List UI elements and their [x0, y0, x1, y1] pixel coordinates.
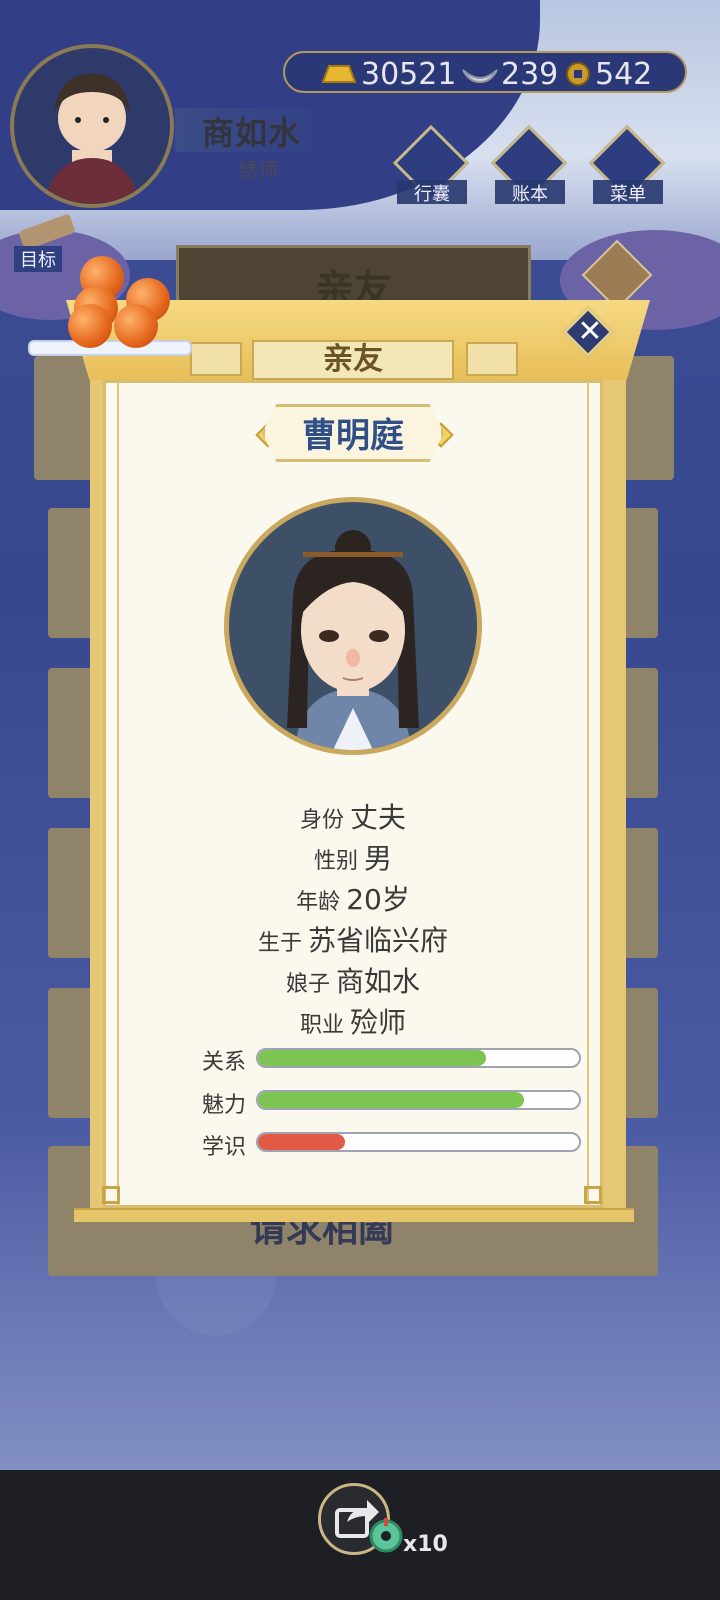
info-row-wife: 娘子 商如水 [103, 960, 603, 1000]
stat-label-charm: 魅力 [202, 1093, 247, 1118]
stat-label-knowledge: 学识 [202, 1135, 247, 1160]
info-row-gender: 性别男 [103, 837, 603, 877]
info-value: 丈夫 [350, 801, 407, 834]
info-key: 性别 [313, 849, 358, 874]
modal-title: 亲友 [252, 340, 454, 380]
knowledge-bar [256, 1132, 581, 1152]
player-avatar[interactable] [10, 44, 174, 208]
gold-amount: 30521 [361, 57, 457, 92]
ledger-label: 账本 [495, 180, 565, 205]
relation-bar [256, 1048, 581, 1068]
jade-coin-icon [369, 1518, 403, 1553]
stick-decoration [28, 340, 192, 356]
info-row-identity: 身份 丈夫 [103, 796, 603, 836]
info-key: 职业 [299, 1013, 344, 1038]
coin-amount: 542 [595, 57, 653, 92]
info-row-occupation: 职业 殓师 [103, 1001, 603, 1041]
info-value: 20岁 [346, 883, 410, 916]
bag-label: 行囊 [397, 180, 467, 205]
info-key: 生于 [257, 931, 302, 956]
info-key: 娘子 [285, 972, 330, 997]
player-title: 绣师 [238, 158, 278, 182]
bag-button[interactable]: 行囊 [392, 124, 472, 210]
menu-label: 菜单 [593, 180, 663, 205]
header-ornament [190, 342, 242, 376]
menu-button[interactable]: 菜单 [588, 124, 668, 210]
info-key: 身份 [299, 808, 344, 833]
character-portrait [224, 497, 482, 755]
header-ornament [466, 342, 518, 376]
reward-count: x10 [403, 1532, 448, 1557]
info-value: 男 [364, 842, 393, 875]
copper-coin-icon [566, 62, 590, 86]
relation-bar-fill [258, 1050, 486, 1066]
info-value: 苏省临兴府 [308, 924, 449, 957]
info-row-age: 年龄 20岁 [103, 878, 603, 918]
character-name: 曹明庭 [302, 416, 404, 456]
target-label: 目标 [14, 246, 62, 272]
charm-bar-fill [258, 1092, 525, 1108]
corner-ornament [102, 1186, 120, 1204]
silver-ingot-icon [462, 69, 498, 84]
stat-label-relation: 关系 [202, 1050, 247, 1075]
ledger-button[interactable]: 账本 [490, 124, 570, 210]
persimmon-decoration [114, 304, 158, 348]
gold-bar-icon [321, 65, 357, 83]
player-name: 商如水 [202, 114, 302, 152]
modal-bottom-rod [74, 1208, 634, 1222]
silver-amount: 239 [501, 57, 559, 92]
close-icon[interactable]: ✕ [572, 312, 608, 352]
knowledge-bar-fill [258, 1134, 345, 1150]
info-key: 年龄 [296, 890, 341, 915]
currency-bar: 30521 239 542 [283, 51, 687, 93]
charm-bar [256, 1090, 581, 1110]
corner-ornament [584, 1186, 602, 1204]
persimmon-decoration [68, 304, 112, 348]
info-value: 商如水 [336, 965, 421, 998]
info-row-birthplace: 生于 苏省临兴府 [103, 919, 603, 959]
info-value: 殓师 [350, 1006, 407, 1039]
